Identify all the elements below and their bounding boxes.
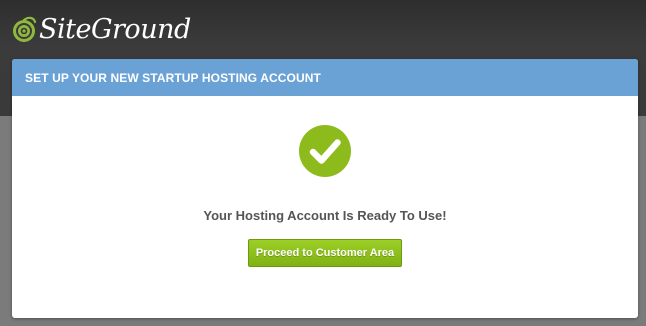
panel-title: SET UP YOUR NEW STARTUP HOSTING ACCOUNT: [25, 70, 321, 85]
proceed-to-customer-area-button[interactable]: Proceed to Customer Area: [248, 239, 402, 267]
status-message: Your Hosting Account Is Ready To Use!: [203, 208, 447, 223]
panel-header: SET UP YOUR NEW STARTUP HOSTING ACCOUNT: [12, 59, 638, 96]
siteground-logo[interactable]: SiteGround: [11, 13, 191, 47]
setup-panel: SET UP YOUR NEW STARTUP HOSTING ACCOUNT …: [12, 59, 638, 318]
checkmark-circle-icon: [299, 125, 351, 177]
logo-text: SiteGround: [39, 14, 191, 45]
siteground-swirl-icon: [13, 16, 37, 42]
panel-body: Your Hosting Account Is Ready To Use! Pr…: [12, 96, 638, 318]
